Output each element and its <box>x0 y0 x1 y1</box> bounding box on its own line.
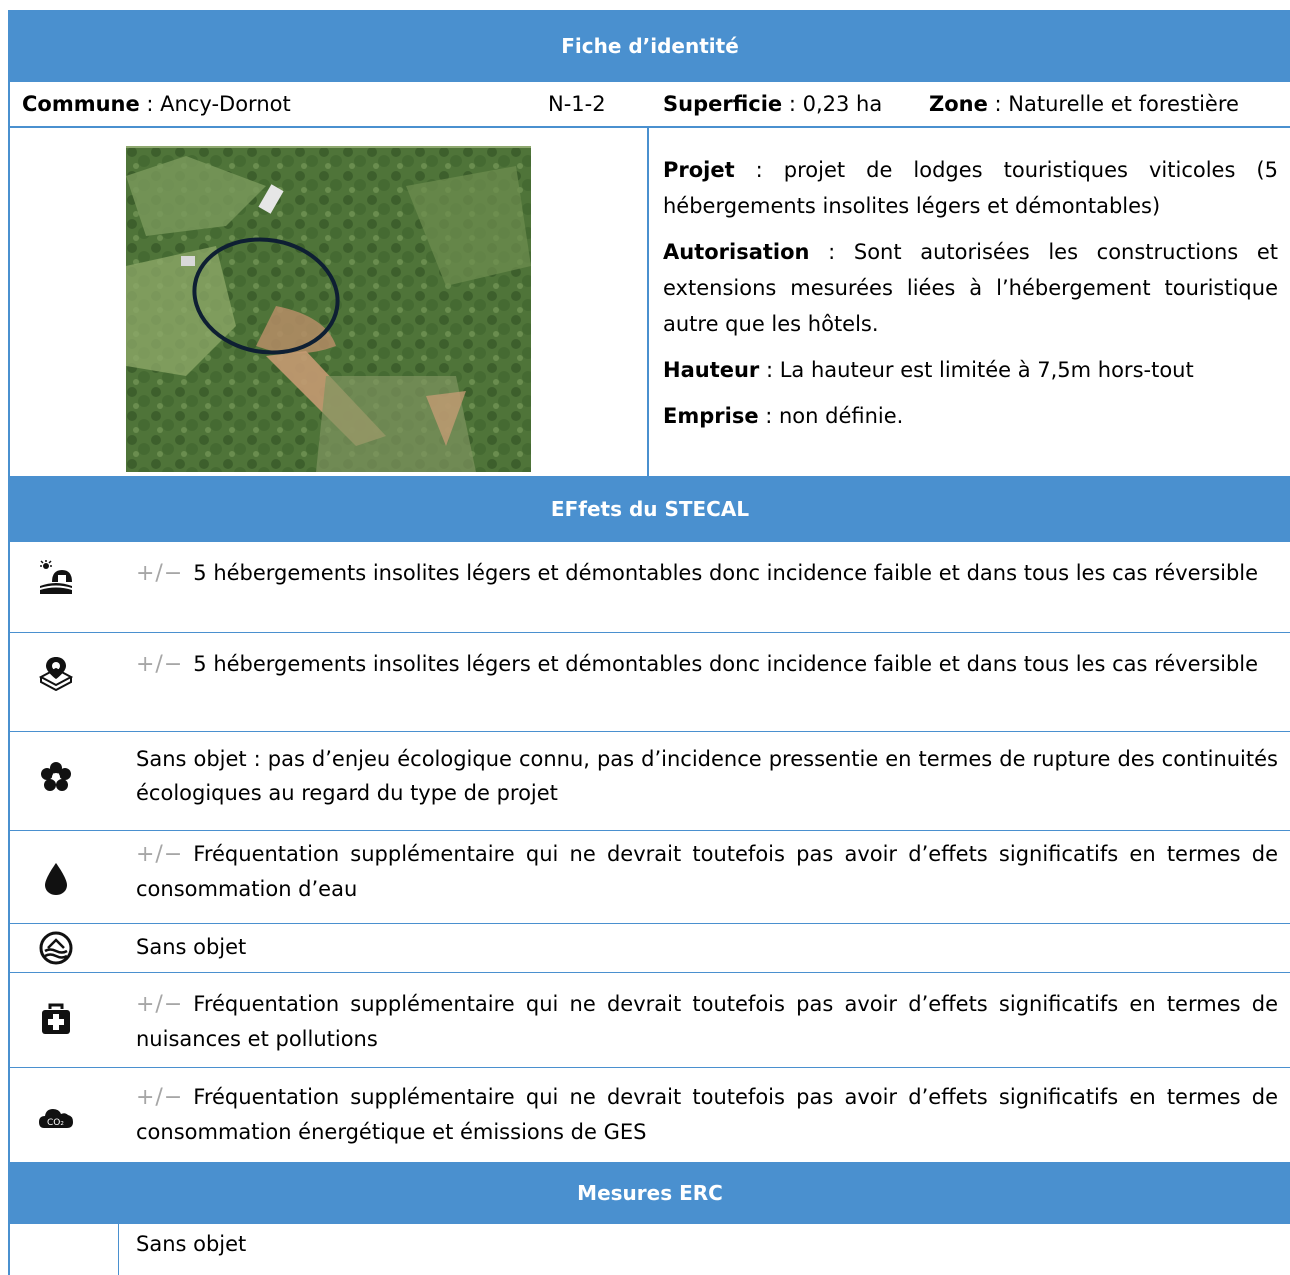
svg-text:CO₂: CO₂ <box>47 1118 64 1128</box>
commune-value: : Ancy-Dornot <box>139 92 291 116</box>
projet-value: : projet de lodges touristiques viticole… <box>663 158 1278 218</box>
aerial-image <box>126 146 531 472</box>
effect-text: Sans objet <box>136 930 1278 964</box>
measures-header-label: Mesures ERC <box>577 1181 723 1205</box>
stecal-sheet: Fiche d’identité Commune : Ancy-Dornot N… <box>0 0 1290 1275</box>
effect-row: CO₂ +/− Fréquentation supplémentaire qui … <box>10 1068 1290 1162</box>
identity-row: Commune : Ancy-Dornot N-1-2 Superficie :… <box>22 82 1282 126</box>
effect-description: Sans objet <box>136 935 247 959</box>
plus-minus-indicator: +/− <box>136 842 184 867</box>
divider <box>10 126 1290 128</box>
effect-description: 5 hébergements insolites légers et démon… <box>193 652 1259 676</box>
superficie-cell: Superficie : 0,23 ha <box>663 92 882 116</box>
emprise-paragraph: Emprise : non définie. <box>663 398 1278 434</box>
superficie-label: Superficie <box>663 92 783 116</box>
identity-header: Fiche d’identité <box>10 10 1290 82</box>
aerial-photo <box>126 146 531 472</box>
measures-header: Mesures ERC <box>10 1162 1290 1224</box>
emprise-label: Emprise <box>663 404 759 428</box>
first-aid-kit-icon <box>38 1001 74 1037</box>
effects-header: EFfets du STECAL <box>10 476 1290 542</box>
landscape-icon <box>38 560 74 596</box>
plus-minus-indicator: +/− <box>136 652 184 677</box>
plus-minus-indicator: +/− <box>136 992 184 1017</box>
superficie-value: : 0,23 ha <box>782 92 883 116</box>
effect-text: +/− 5 hébergements insolites légers et dé… <box>136 556 1278 591</box>
identity-header-label: Fiche d’identité <box>561 34 739 58</box>
commune-cell: Commune : Ancy-Dornot <box>22 92 291 116</box>
measures-column-divider <box>118 1224 119 1275</box>
flood-risk-icon <box>38 930 74 966</box>
water-drop-icon <box>38 861 74 897</box>
flower-icon <box>38 760 74 796</box>
effect-text: +/− Fréquentation supplémentaire qui ne d… <box>136 1080 1278 1149</box>
code-cell: N-1-2 <box>548 92 606 116</box>
zone-value: : Naturelle et forestière <box>987 92 1239 116</box>
effect-row: +/− 5 hébergements insolites légers et dé… <box>10 542 1290 632</box>
hauteur-paragraph: Hauteur : La hauteur est limitée à 7,5m … <box>663 352 1278 388</box>
column-divider <box>647 128 649 476</box>
effect-description: Fréquentation supplémentaire qui ne devr… <box>136 842 1278 901</box>
effect-text: +/− 5 hébergements insolites légers et dé… <box>136 647 1278 682</box>
plus-minus-indicator: +/− <box>136 1085 184 1110</box>
effect-description: 5 hébergements insolites légers et démon… <box>193 561 1259 585</box>
effect-text: +/− Fréquentation supplémentaire qui ne d… <box>136 837 1278 906</box>
effect-row: Sans objet : pas d’enjeu écologique conn… <box>10 732 1290 830</box>
projet-label: Projet <box>663 158 735 182</box>
effect-row: Sans objet <box>10 924 1290 972</box>
commune-label: Commune <box>22 92 140 116</box>
effect-row: +/− Fréquentation supplémentaire qui ne d… <box>10 973 1290 1067</box>
project-details: Projet : projet de lodges touristiques v… <box>663 152 1278 444</box>
effect-row: +/− 5 hébergements insolites légers et dé… <box>10 633 1290 731</box>
zone-label: Zone <box>929 92 988 116</box>
effect-text: Sans objet : pas d’enjeu écologique conn… <box>136 742 1278 810</box>
effect-row: +/− Fréquentation supplémentaire qui ne d… <box>10 831 1290 923</box>
autorisation-paragraph: Autorisation : Sont autorisées les const… <box>663 234 1278 342</box>
emprise-value: : non définie. <box>758 404 904 428</box>
autorisation-label: Autorisation <box>663 240 810 264</box>
plus-minus-indicator: +/− <box>136 561 184 586</box>
effects-header-label: EFfets du STECAL <box>550 497 750 521</box>
co2-cloud-icon: CO₂ <box>38 1100 74 1136</box>
effect-text: +/− Fréquentation supplémentaire qui ne d… <box>136 987 1278 1056</box>
projet-paragraph: Projet : projet de lodges touristiques v… <box>663 152 1278 224</box>
zone-cell: Zone : Naturelle et forestière <box>929 92 1239 116</box>
measures-text: Sans objet <box>136 1232 247 1256</box>
location-pin-icon <box>38 655 74 692</box>
hauteur-label: Hauteur <box>663 358 760 382</box>
effect-description: Sans objet : pas d’enjeu écologique conn… <box>136 747 1278 805</box>
effect-description: Fréquentation supplémentaire qui ne devr… <box>136 1085 1278 1144</box>
hauteur-value: : La hauteur est limitée à 7,5m hors-tou… <box>759 358 1194 382</box>
effect-description: Fréquentation supplémentaire qui ne devr… <box>136 992 1278 1051</box>
